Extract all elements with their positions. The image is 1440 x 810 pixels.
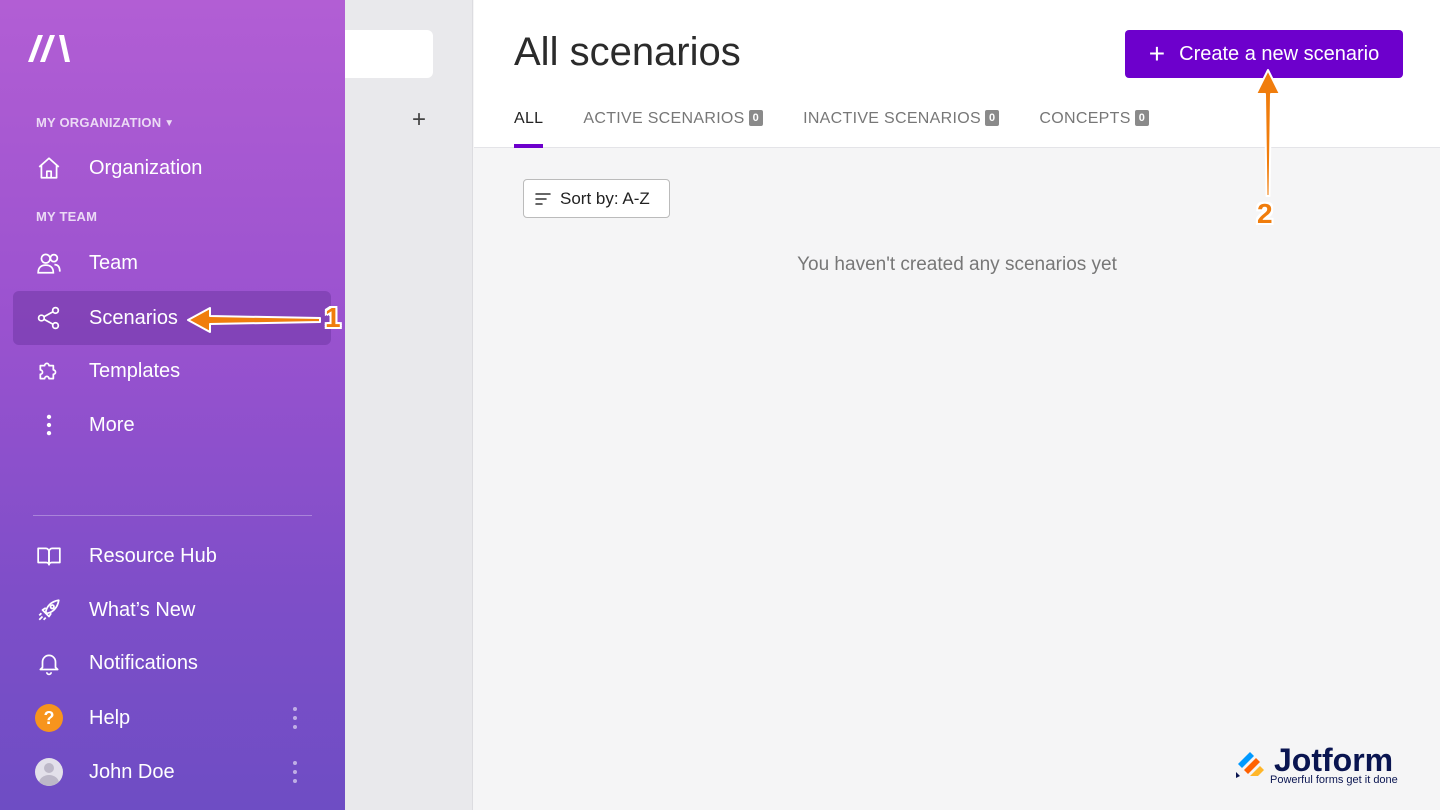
make-logo[interactable] <box>26 32 72 64</box>
jotform-tagline: Powerful forms get it done <box>1270 774 1398 786</box>
help-menu-kebab-icon[interactable] <box>289 707 301 729</box>
annotation-step-1: 1 <box>325 302 341 333</box>
annotation-step-2: 2 <box>1257 198 1273 229</box>
help-badge: ? <box>35 704 63 732</box>
sidebar-item-more[interactable]: More <box>13 398 331 452</box>
avatar <box>35 758 63 786</box>
folders-panel: + <box>345 0 473 810</box>
team-section-label: MY TEAM <box>36 209 98 224</box>
sort-button[interactable]: Sort by: A-Z <box>523 179 670 218</box>
sidebar-item-label: Help <box>89 706 131 729</box>
tab-active-scenarios[interactable]: ACTIVE SCENARIOS 0 <box>583 110 764 148</box>
page-title: All scenarios <box>514 30 741 74</box>
tab-count-badge: 0 <box>1134 110 1150 126</box>
sidebar-item-label: More <box>89 413 135 436</box>
organization-switcher[interactable]: MY ORGANIZATION ▼ <box>36 115 174 130</box>
scenario-tabs: ALL ACTIVE SCENARIOS 0 INACTIVE SCENARIOS… <box>514 110 1189 148</box>
rocket-icon <box>35 596 63 624</box>
sort-lines-icon <box>535 192 551 205</box>
tab-count-badge: 0 <box>748 110 764 126</box>
sidebar-item-label: Team <box>89 251 138 274</box>
sidebar-item-profile[interactable]: John Doe <box>13 745 331 799</box>
sidebar-item-label: Organization <box>89 156 203 179</box>
bell-icon <box>35 649 63 677</box>
sidebar-item-organization[interactable]: Organization <box>13 141 331 195</box>
tab-inactive-scenarios[interactable]: INACTIVE SCENARIOS 0 <box>803 110 1000 148</box>
jotform-watermark: Jotform Powerful forms get it done <box>1234 742 1409 790</box>
tab-label: CONCEPTS <box>1039 110 1131 127</box>
home-icon <box>35 154 63 182</box>
create-scenario-label: Create a new scenario <box>1179 42 1380 65</box>
sidebar-item-whats-new[interactable]: What’s New <box>13 583 331 637</box>
folder-search-input[interactable] <box>345 30 433 78</box>
sidebar-item-help[interactable]: ? Help <box>13 691 331 745</box>
tab-count-badge: 0 <box>984 110 1000 126</box>
plus-icon: + <box>1148 38 1166 69</box>
book-icon <box>35 542 63 570</box>
add-folder-plus-icon[interactable]: + <box>407 108 431 132</box>
sidebar-item-notifications[interactable]: Notifications <box>13 636 331 690</box>
sidebar-item-team[interactable]: Team <box>13 236 331 290</box>
sidebar-item-resource-hub[interactable]: Resource Hub <box>13 529 331 583</box>
help-badge-icon: ? <box>35 704 63 732</box>
sidebar-item-scenarios[interactable]: Scenarios <box>13 291 331 345</box>
vertical-dots-icon <box>35 411 63 439</box>
create-scenario-button[interactable]: + Create a new scenario <box>1125 30 1403 78</box>
share-nodes-icon <box>35 304 63 332</box>
sidebar-item-templates[interactable]: Templates <box>13 344 331 398</box>
tab-all[interactable]: ALL <box>514 110 544 148</box>
sidebar-item-label: Scenarios <box>89 306 178 329</box>
sidebar-item-label: Resource Hub <box>89 544 217 567</box>
tab-concepts[interactable]: CONCEPTS 0 <box>1039 110 1150 148</box>
empty-state-message: You haven't created any scenarios yet <box>797 254 1117 275</box>
tab-label: ALL <box>514 110 544 127</box>
puzzle-icon <box>35 357 63 385</box>
main-content: All scenarios + Create a new scenario AL… <box>474 0 1440 810</box>
profile-menu-kebab-icon[interactable] <box>289 761 301 783</box>
profile-name: John Doe <box>89 760 175 783</box>
sidebar: MY ORGANIZATION ▼ Organization MY TEAM Te… <box>0 0 345 810</box>
sidebar-item-label: Templates <box>89 359 181 382</box>
org-label: MY ORGANIZATION <box>36 115 162 130</box>
tab-label: INACTIVE SCENARIOS <box>803 110 981 127</box>
sort-label: Sort by: A-Z <box>560 188 650 208</box>
jotform-logo-icon <box>1236 752 1264 778</box>
sidebar-item-label: Notifications <box>89 651 198 674</box>
sidebar-item-label: What’s New <box>89 598 196 621</box>
caret-down-icon: ▼ <box>164 118 175 129</box>
page-header: All scenarios + Create a new scenario AL… <box>474 0 1440 148</box>
users-icon <box>35 249 63 277</box>
sidebar-divider <box>33 515 312 516</box>
tab-label: ACTIVE SCENARIOS <box>583 110 745 127</box>
